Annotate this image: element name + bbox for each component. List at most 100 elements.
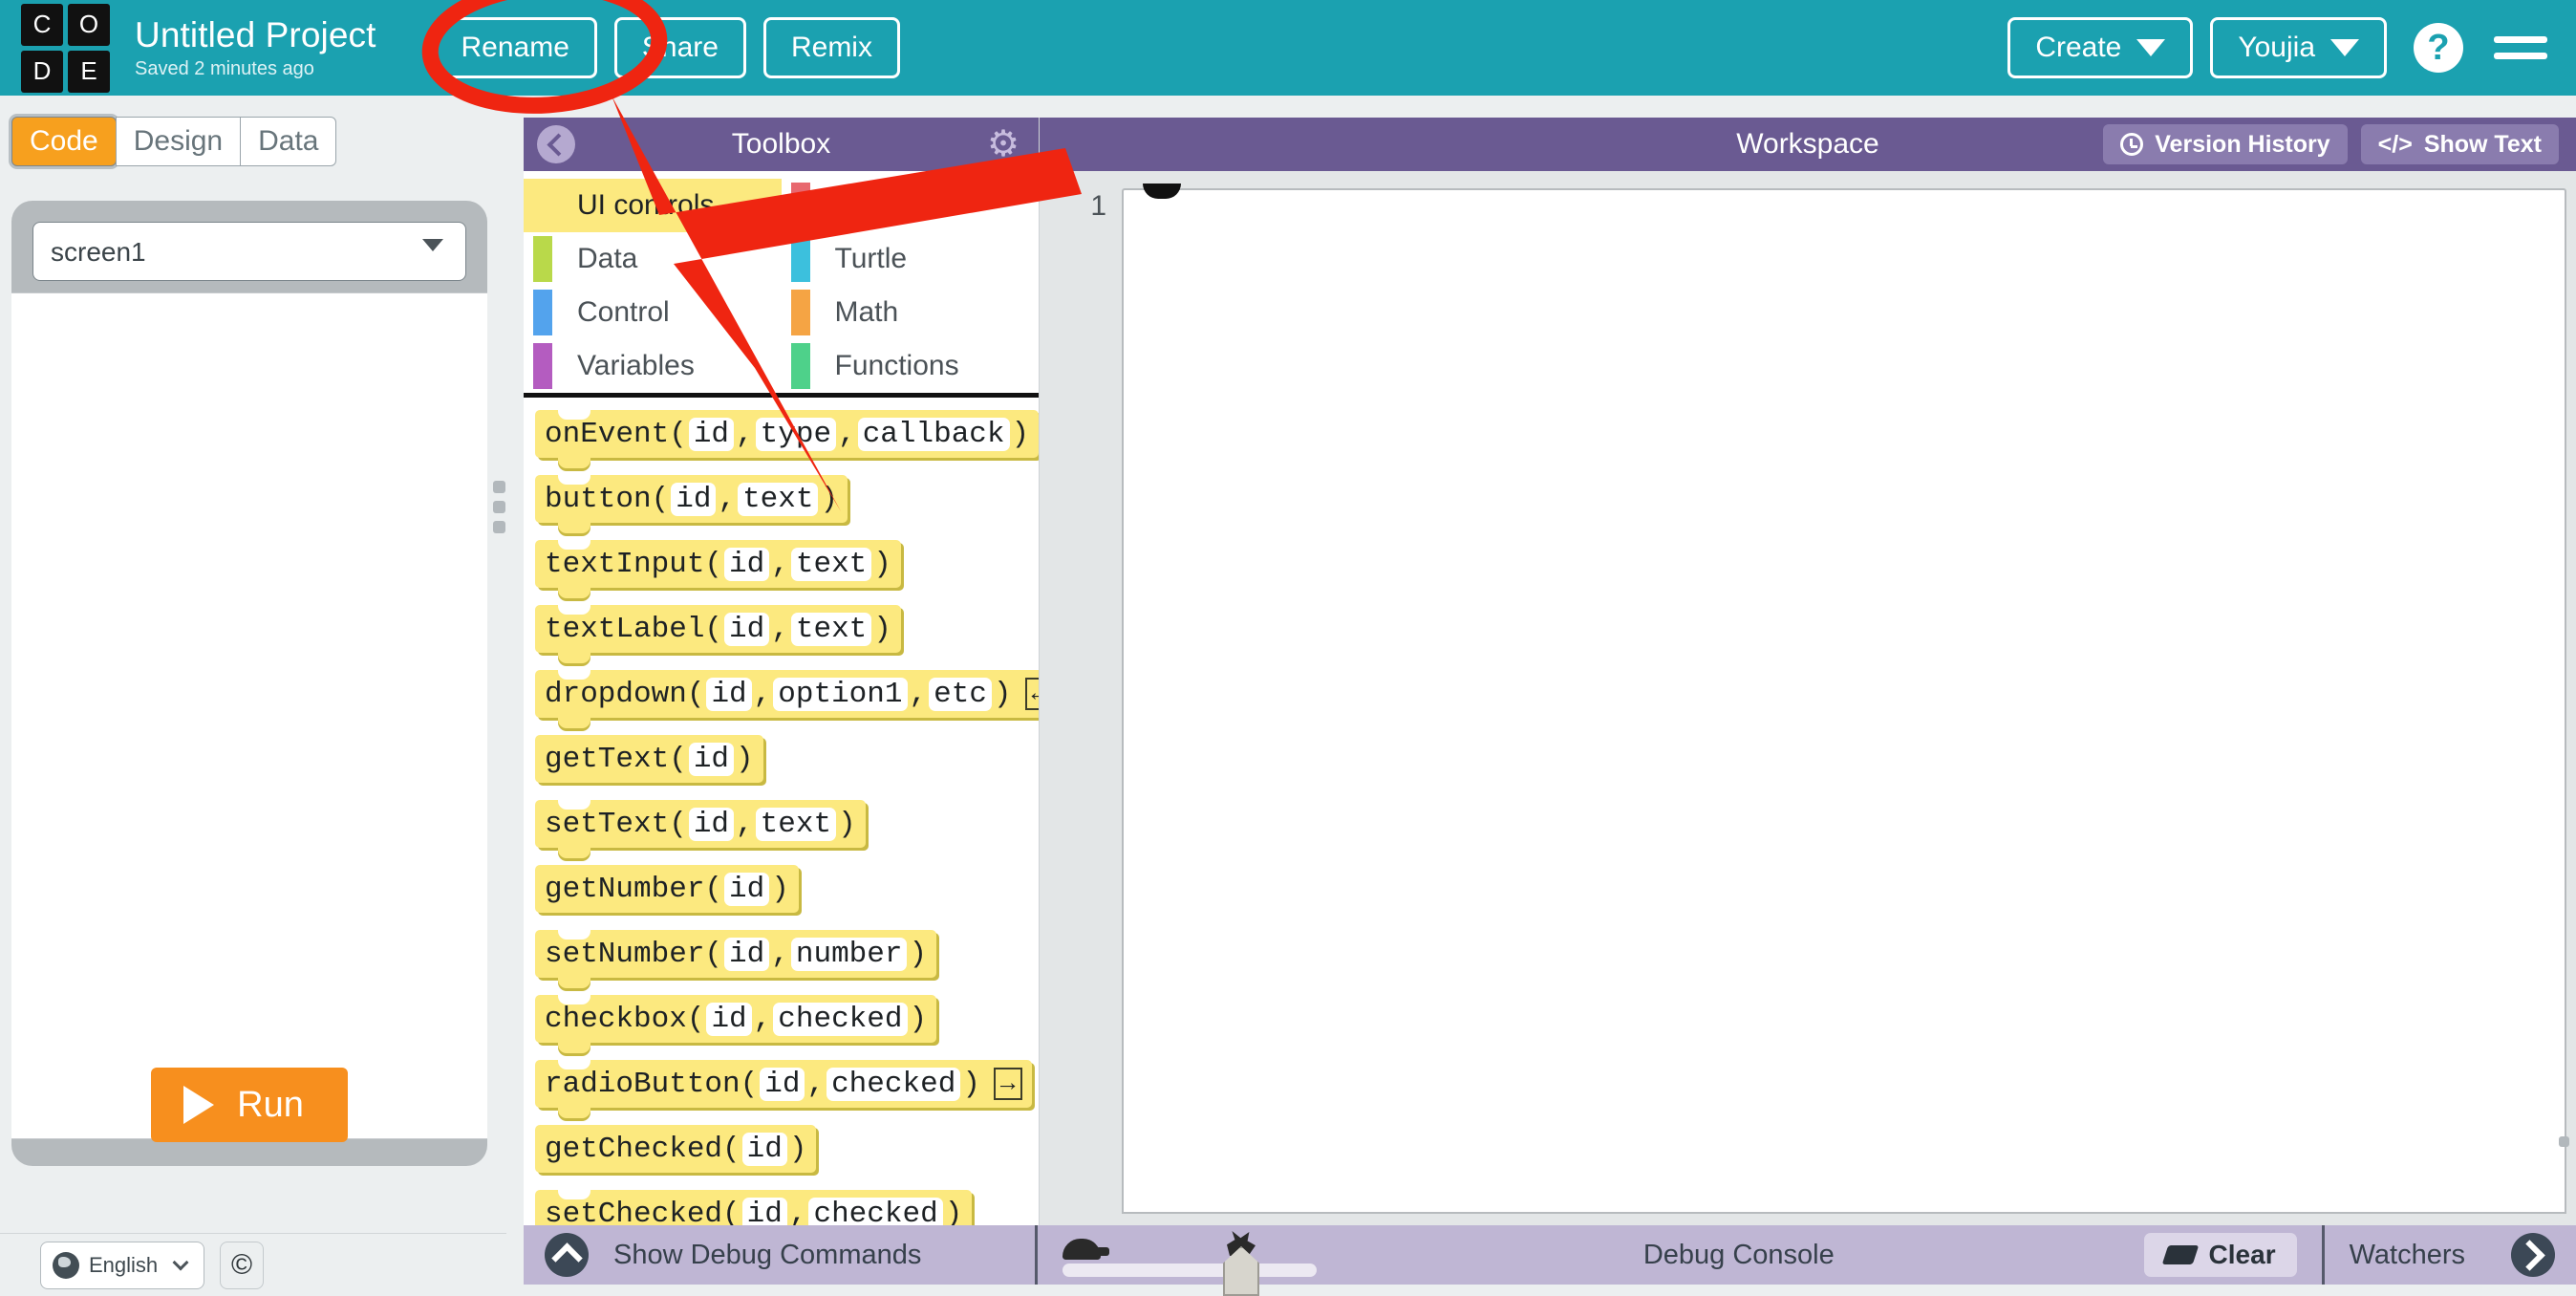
expand-right-icon[interactable] <box>2511 1233 2555 1277</box>
tab-code[interactable]: Code <box>11 117 117 166</box>
block-field-id[interactable]: id <box>742 1198 787 1226</box>
block-setText[interactable]: setText(id, text) <box>535 800 866 848</box>
speed-slider[interactable] <box>1057 1225 1334 1285</box>
run-button[interactable]: Run <box>151 1068 348 1142</box>
watchers-label[interactable]: Watchers <box>2350 1240 2465 1271</box>
block-field-text[interactable]: text <box>756 808 836 841</box>
pane-resize-handle[interactable] <box>487 459 510 554</box>
block-setNumber[interactable]: setNumber(id, number) <box>535 930 936 978</box>
clear-button[interactable]: Clear <box>2144 1233 2297 1277</box>
toolbox-block-row: textLabel(id, text) <box>524 601 1039 666</box>
toolbox-block-row: setText(id, text) <box>524 796 1039 861</box>
block-field-id[interactable]: id <box>706 678 751 711</box>
toolbox-title: Toolbox <box>524 128 1039 161</box>
show-text-label: Show Text <box>2424 131 2542 159</box>
toolbox-category-turtle[interactable]: Turtle <box>782 232 1040 286</box>
block-field-id[interactable]: id <box>706 1003 751 1036</box>
block-field-checked[interactable]: checked <box>773 1003 907 1036</box>
category-label: Math <box>810 296 899 329</box>
show-debug-commands-label[interactable]: Show Debug Commands <box>613 1240 921 1271</box>
block-text: textLabel( <box>545 613 722 646</box>
user-menu-button[interactable]: Youjia <box>2210 17 2387 78</box>
block-onEvent[interactable]: onEvent(id, type, callback) <box>535 410 1039 458</box>
help-icon[interactable]: ? <box>2414 23 2463 73</box>
copyright-button[interactable]: © <box>220 1242 264 1289</box>
toolbox-category-data[interactable]: Data <box>524 232 782 286</box>
toolbox-category-variables[interactable]: Variables <box>524 339 782 393</box>
workspace-header: Workspace Version History </> Show Text <box>1040 118 2576 171</box>
block-radioButton[interactable]: radioButton(id, checked)→ <box>535 1060 1032 1108</box>
block-field-text[interactable]: text <box>791 548 871 581</box>
logo-letter-d: D <box>21 51 63 93</box>
toolbox-category-math[interactable]: Math <box>782 286 1040 339</box>
block-field-checked[interactable]: checked <box>808 1198 942 1226</box>
workspace-resize-handle[interactable] <box>2559 1136 2576 1147</box>
block-text: , <box>771 938 789 971</box>
block-textInput[interactable]: textInput(id, text) <box>535 540 901 588</box>
block-field-id[interactable]: id <box>724 873 769 906</box>
language-select[interactable]: English <box>40 1242 204 1289</box>
gear-icon[interactable]: ⚙ <box>985 126 1021 162</box>
block-field-id[interactable]: id <box>689 743 734 776</box>
screen-select[interactable]: screen1 <box>32 222 466 281</box>
block-field-text[interactable]: text <box>738 483 818 516</box>
block-text: , <box>838 418 856 451</box>
toolbox-category-ui-controls[interactable]: UI controls <box>524 179 782 232</box>
codeorg-logo[interactable]: C O D E <box>21 4 110 93</box>
block-field-number[interactable]: number <box>791 938 908 971</box>
block-field-checked[interactable]: checked <box>826 1068 960 1101</box>
block-field-id[interactable]: id <box>742 1133 787 1166</box>
block-field-id[interactable]: id <box>760 1068 805 1101</box>
workspace-canvas[interactable] <box>1122 188 2566 1214</box>
block-field-etc[interactable]: etc <box>929 678 992 711</box>
rename-button[interactable]: Rename <box>434 17 597 78</box>
tab-data[interactable]: Data <box>240 117 336 166</box>
block-button[interactable]: button(id, text) <box>535 475 848 523</box>
run-bar: Run <box>11 1044 487 1166</box>
block-dropdown[interactable]: dropdown(id, option1, etc)← <box>535 670 1039 718</box>
block-checkbox[interactable]: checkbox(id, checked) <box>535 995 936 1043</box>
speed-slider-thumb[interactable] <box>1223 1246 1259 1296</box>
block-field-id[interactable]: id <box>724 613 769 646</box>
block-text: radioButton( <box>545 1068 758 1101</box>
block-getText[interactable]: getText(id) <box>535 735 763 783</box>
block-getNumber[interactable]: getNumber(id) <box>535 865 799 913</box>
block-field-type[interactable]: type <box>756 418 836 451</box>
toolbox-block-row: onEvent(id, type, callback) <box>524 406 1039 471</box>
block-getChecked[interactable]: getChecked(id) <box>535 1125 816 1173</box>
block-field-text[interactable]: text <box>791 613 871 646</box>
block-expand-icon[interactable]: → <box>994 1068 1022 1100</box>
show-text-button[interactable]: </> Show Text <box>2361 124 2559 164</box>
block-field-id[interactable]: id <box>724 938 769 971</box>
hamburger-menu-icon[interactable] <box>2494 36 2547 59</box>
save-status: Saved 2 minutes ago <box>135 56 376 81</box>
expand-up-icon[interactable] <box>545 1233 589 1277</box>
toolbox-category-functions[interactable]: Functions <box>782 339 1040 393</box>
block-field-id[interactable]: id <box>689 418 734 451</box>
block-textLabel[interactable]: textLabel(id, text) <box>535 605 901 653</box>
collapse-toolbox-icon[interactable] <box>537 125 575 163</box>
block-text: ) <box>910 1003 928 1036</box>
debug-right-group: Clear Watchers <box>2144 1225 2576 1285</box>
screen-selector-wrap: screen1 <box>11 201 487 281</box>
create-menu-button[interactable]: Create <box>2007 17 2193 78</box>
category-label: Variables <box>552 350 695 382</box>
tab-design[interactable]: Design <box>116 117 241 166</box>
toolbox-panel: Toolbox ⚙ UI controlsCanvasDataTurtleCon… <box>524 118 1040 1225</box>
toolbox-category-control[interactable]: Control <box>524 286 782 339</box>
app-preview-canvas[interactable] <box>11 292 487 1139</box>
block-expand-icon[interactable]: ← <box>1025 678 1039 710</box>
block-field-callback[interactable]: callback <box>858 418 1010 451</box>
block-field-option1[interactable]: option1 <box>773 678 907 711</box>
toolbox-block-row: textInput(id, text) <box>524 536 1039 601</box>
block-field-id[interactable]: id <box>689 808 734 841</box>
toolbox-category-canvas[interactable]: Canvas <box>782 179 1040 232</box>
block-field-id[interactable]: id <box>671 483 716 516</box>
remix-button[interactable]: Remix <box>763 17 900 78</box>
block-setChecked[interactable]: setChecked(id, checked) <box>535 1190 972 1225</box>
clear-button-label: Clear <box>2209 1240 2276 1270</box>
block-field-id[interactable]: id <box>724 548 769 581</box>
share-button[interactable]: Share <box>614 17 746 78</box>
version-history-button[interactable]: Version History <box>2103 124 2347 164</box>
category-color-swatch <box>791 343 810 389</box>
